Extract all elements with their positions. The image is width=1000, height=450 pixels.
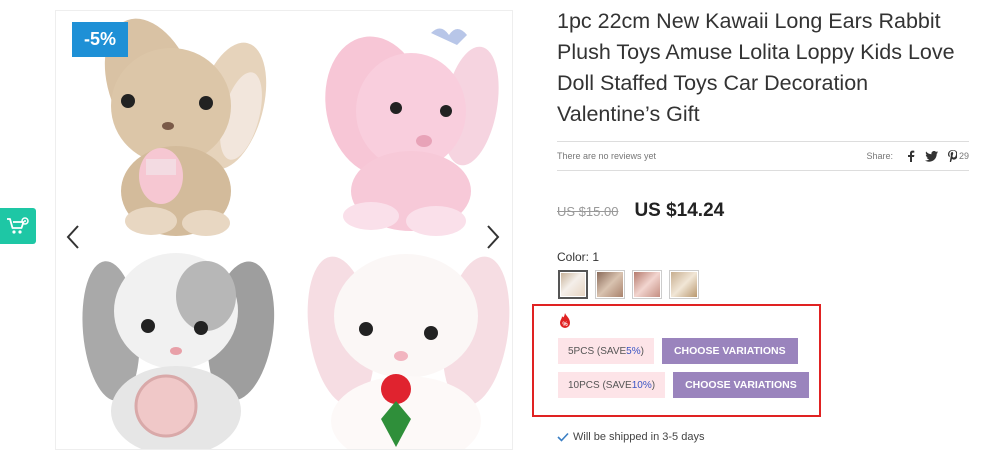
shipping-text: Will be shipped in 3-5 days xyxy=(573,431,705,443)
reviews-status[interactable]: There are no reviews yet xyxy=(557,151,656,161)
gallery-prev-button[interactable] xyxy=(62,224,86,250)
floating-cart-widget[interactable] xyxy=(0,208,36,244)
share-bar: Share: 29 xyxy=(866,150,969,162)
bundle-tag-prefix: 5PCS (SAVE xyxy=(568,345,627,357)
gallery-next-button[interactable] xyxy=(480,224,504,250)
color-swatch[interactable] xyxy=(632,270,662,299)
bundle-tag: 5PCS (SAVE 5%) xyxy=(558,338,654,364)
bundle-tag-percent: 10% xyxy=(631,379,652,391)
fire-percent-icon: % xyxy=(558,313,572,334)
chevron-left-icon xyxy=(66,225,79,249)
choose-variations-button[interactable]: CHOOSE VARIATIONS xyxy=(673,372,809,398)
divider xyxy=(557,141,969,142)
product-image xyxy=(56,11,512,449)
choose-variations-button[interactable]: CHOOSE VARIATIONS xyxy=(661,338,798,364)
color-label: Color: 1 xyxy=(557,250,600,264)
twitter-icon[interactable] xyxy=(924,150,938,162)
facebook-icon[interactable] xyxy=(907,150,915,162)
pinterest-count: 29 xyxy=(958,151,969,161)
swatch-thumbnail xyxy=(597,272,623,297)
swatch-thumbnail xyxy=(671,272,697,297)
discount-badge: -5% xyxy=(72,22,128,57)
bundle-tag-suffix: ) xyxy=(651,379,656,391)
shipping-info: Will be shipped in 3-5 days xyxy=(557,431,704,443)
price-row: US $15.00 US $14.24 xyxy=(557,200,724,222)
chevron-right-icon xyxy=(487,225,500,249)
sale-price: US $14.24 xyxy=(634,200,725,221)
bundle-tag-prefix: 10PCS (SAVE xyxy=(568,379,632,391)
svg-text:%: % xyxy=(562,322,568,328)
share-label: Share: xyxy=(866,151,893,161)
color-swatch[interactable] xyxy=(595,270,625,299)
color-swatch[interactable] xyxy=(558,270,588,299)
color-swatch[interactable] xyxy=(669,270,699,299)
bundle-option: 5PCS (SAVE 5%) CHOOSE VARIATIONS xyxy=(558,338,798,364)
bundle-tag-percent: 5% xyxy=(626,345,641,357)
bundle-tag: 10PCS (SAVE 10%) xyxy=(558,372,666,398)
product-title: 1pc 22cm New Kawaii Long Ears Rabbit Plu… xyxy=(557,9,955,126)
bundle-option: 10PCS (SAVE 10%) CHOOSE VARIATIONS xyxy=(558,372,809,398)
original-price: US $15.00 xyxy=(557,204,619,219)
product-image-gallery[interactable] xyxy=(55,10,513,450)
product-page: -5% 1pc 22cm New Kawaii Long Ears Rabbit… xyxy=(0,0,1000,450)
pinterest-icon xyxy=(947,150,957,162)
pinterest-share[interactable]: 29 xyxy=(947,150,969,162)
check-icon xyxy=(557,432,569,442)
swatch-thumbnail xyxy=(561,273,585,296)
divider xyxy=(557,170,969,171)
swatch-thumbnail xyxy=(634,272,660,297)
bundle-tag-suffix: ) xyxy=(640,345,644,357)
reviews-share-row: There are no reviews yet Share: 29 xyxy=(557,146,969,166)
cart-settings-icon xyxy=(7,217,29,234)
color-swatches xyxy=(558,270,699,299)
